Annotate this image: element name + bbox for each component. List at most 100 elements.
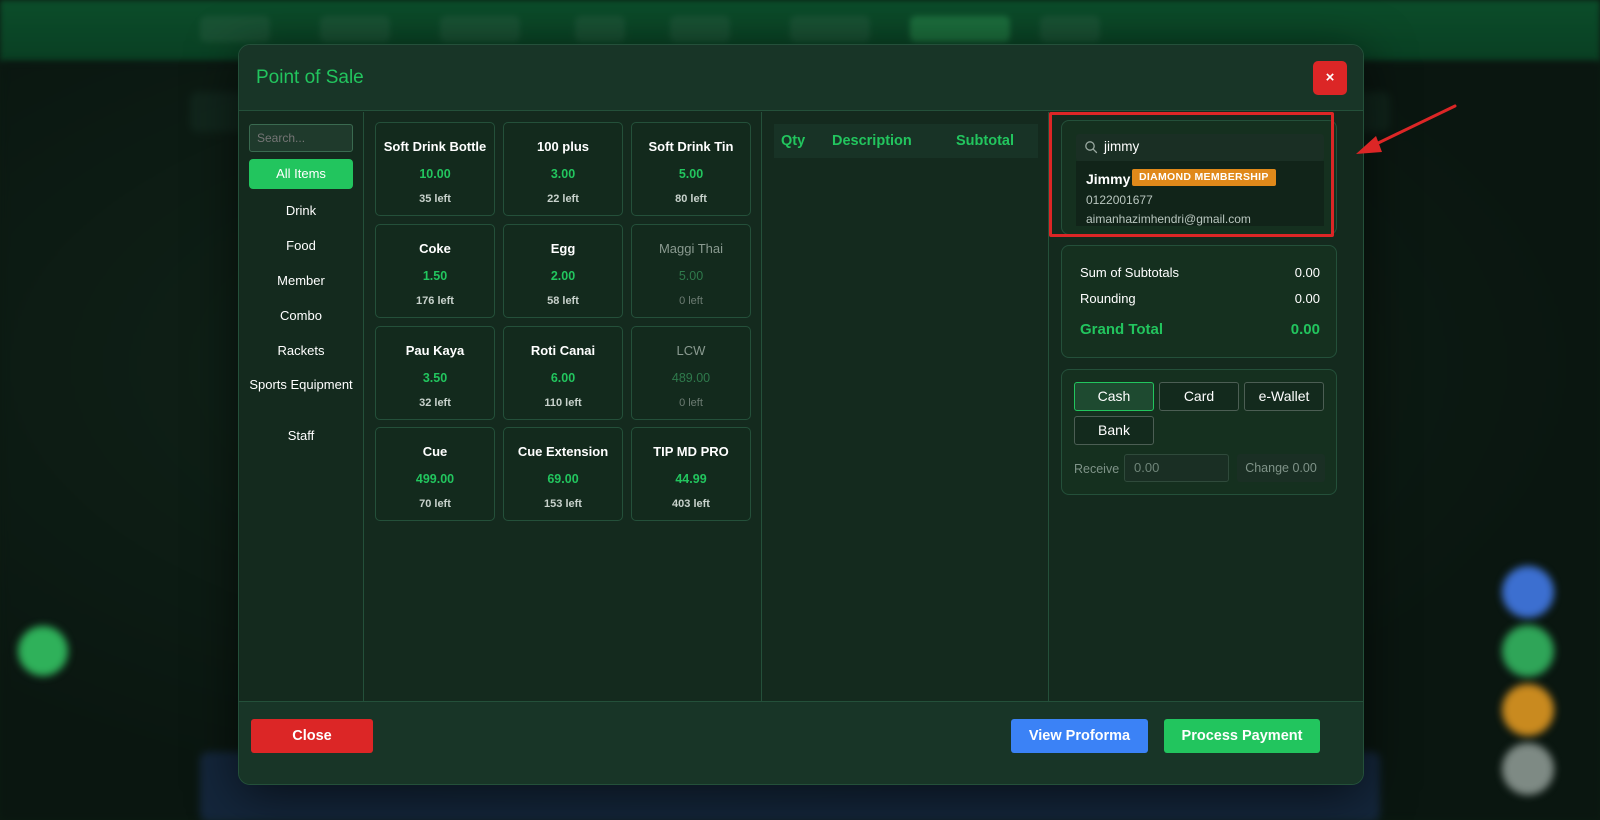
product-stock: 153 left (544, 498, 582, 510)
grand-total-label: Grand Total (1080, 321, 1164, 338)
product-name: Soft Drink Bottle (383, 139, 487, 154)
pay-method-ewallet[interactable]: e-Wallet (1244, 382, 1324, 411)
close-button[interactable]: Close (251, 719, 373, 753)
category-drink[interactable]: Drink (249, 203, 353, 218)
product-price: 10.00 (419, 167, 451, 181)
category-food[interactable]: Food (249, 238, 353, 253)
cart-table-header: Qty Description Subtotal (774, 124, 1038, 158)
category-staff[interactable]: Staff (249, 428, 353, 443)
product-card[interactable]: Soft Drink Tin 5.00 80 left (631, 122, 751, 216)
close-x-button[interactable]: × (1313, 61, 1347, 95)
payment-panel: Cash Card e-Wallet Bank Receive 0.00 Cha… (1061, 369, 1337, 495)
product-card-out-of-stock: Maggi Thai 5.00 0 left (631, 224, 751, 318)
product-stock: 0 left (679, 295, 703, 307)
product-price: 5.00 (678, 167, 704, 181)
product-price: 489.00 (671, 371, 711, 385)
product-price: 44.99 (675, 472, 707, 486)
rounding-label: Rounding (1080, 291, 1136, 306)
cart-col-subtotal: Subtotal (956, 133, 1014, 149)
product-name: Egg (550, 241, 576, 256)
product-price: 499.00 (415, 472, 455, 486)
process-payment-button[interactable]: Process Payment (1164, 719, 1320, 753)
product-name: Roti Canai (530, 343, 596, 358)
product-stock: 110 left (544, 397, 582, 409)
receive-amount-input[interactable]: 0.00 (1124, 454, 1229, 482)
modal-header: Point of Sale × (239, 45, 1363, 111)
totals-panel: Sum of Subtotals 0.00 Rounding 0.00 Gran… (1061, 245, 1337, 358)
annotation-highlight-box (1049, 112, 1334, 237)
bg-fab (1502, 625, 1554, 677)
bg-fab (1502, 566, 1554, 618)
view-proforma-button[interactable]: View Proforma (1011, 719, 1148, 753)
bg-fab (18, 626, 68, 676)
annotation-arrow-icon (1356, 104, 1457, 154)
rounding-value: 0.00 (1294, 291, 1320, 306)
product-stock: 80 left (675, 193, 707, 205)
product-price: 5.00 (678, 269, 704, 283)
bg-nav-pill (200, 16, 270, 42)
product-card[interactable]: Coke 1.50 176 left (375, 224, 495, 318)
cart-col-qty: Qty (781, 133, 806, 149)
product-card[interactable]: Soft Drink Bottle 10.00 35 left (375, 122, 495, 216)
product-card[interactable]: Roti Canai 6.00 110 left (503, 326, 623, 420)
rounding-row: Rounding 0.00 (1080, 291, 1320, 306)
product-price: 2.00 (550, 269, 576, 283)
product-card[interactable]: TIP MD PRO 44.99 403 left (631, 427, 751, 521)
sum-subtotals-value: 0.00 (1294, 265, 1320, 280)
bg-nav-pill (440, 16, 520, 42)
category-rackets[interactable]: Rackets (249, 343, 353, 358)
product-search-input[interactable] (249, 124, 353, 152)
grand-total-value: 0.00 (1290, 321, 1320, 338)
bg-fab (1502, 743, 1554, 795)
product-stock: 35 left (419, 193, 451, 205)
bg-nav-pill (670, 16, 730, 42)
category-sports-equipment[interactable]: Sports Equipment (249, 378, 353, 392)
product-card[interactable]: Cue Extension 69.00 153 left (503, 427, 623, 521)
product-stock: 58 left (547, 295, 579, 307)
product-card[interactable]: 100 plus 3.00 22 left (503, 122, 623, 216)
change-display: Change 0.00 (1237, 454, 1325, 482)
bg-nav-pill (575, 16, 625, 42)
bg-nav-pill (1040, 16, 1100, 42)
product-stock: 403 left (672, 498, 710, 510)
product-stock: 22 left (547, 193, 579, 205)
product-stock: 70 left (419, 498, 451, 510)
product-price: 69.00 (547, 472, 579, 486)
product-name: Pau Kaya (405, 343, 465, 358)
product-name: Soft Drink Tin (648, 139, 734, 154)
grand-total-row: Grand Total 0.00 (1080, 321, 1320, 338)
cart-panel: Qty Description Subtotal (763, 112, 1049, 720)
modal-footer: Close View Proforma Process Payment (239, 701, 1363, 784)
pay-method-card[interactable]: Card (1159, 382, 1239, 411)
bg-fab (1502, 684, 1554, 736)
category-sidebar: All Items Drink Food Member Combo Racket… (239, 112, 364, 720)
product-name: 100 plus (536, 139, 590, 154)
product-stock: 176 left (416, 295, 454, 307)
product-grid: Soft Drink Bottle 10.00 35 left 100 plus… (365, 112, 762, 720)
product-card[interactable]: Pau Kaya 3.50 32 left (375, 326, 495, 420)
pay-method-cash[interactable]: Cash (1074, 382, 1154, 411)
modal-title: Point of Sale (256, 67, 364, 88)
product-name: LCW (676, 343, 706, 358)
sum-subtotals-row: Sum of Subtotals 0.00 (1080, 265, 1320, 280)
category-member[interactable]: Member (249, 273, 353, 288)
sum-subtotals-label: Sum of Subtotals (1080, 265, 1179, 280)
product-stock: 32 left (419, 397, 451, 409)
product-name: Cue Extension (517, 444, 609, 459)
product-card-out-of-stock: LCW 489.00 0 left (631, 326, 751, 420)
product-name: Maggi Thai (658, 241, 724, 256)
product-name: Cue (422, 444, 448, 459)
receive-label: Receive (1074, 462, 1120, 476)
product-price: 6.00 (550, 371, 576, 385)
product-card[interactable]: Egg 2.00 58 left (503, 224, 623, 318)
product-card[interactable]: Cue 499.00 70 left (375, 427, 495, 521)
product-name: Coke (419, 241, 451, 256)
product-price: 3.00 (550, 167, 576, 181)
cart-col-description: Description (832, 133, 912, 149)
bg-nav-pill (790, 16, 870, 42)
bg-nav-pill (320, 16, 390, 42)
product-name: TIP MD PRO (653, 444, 729, 459)
pay-method-bank[interactable]: Bank (1074, 416, 1154, 445)
category-all-items[interactable]: All Items (249, 159, 353, 189)
category-combo[interactable]: Combo (249, 308, 353, 323)
